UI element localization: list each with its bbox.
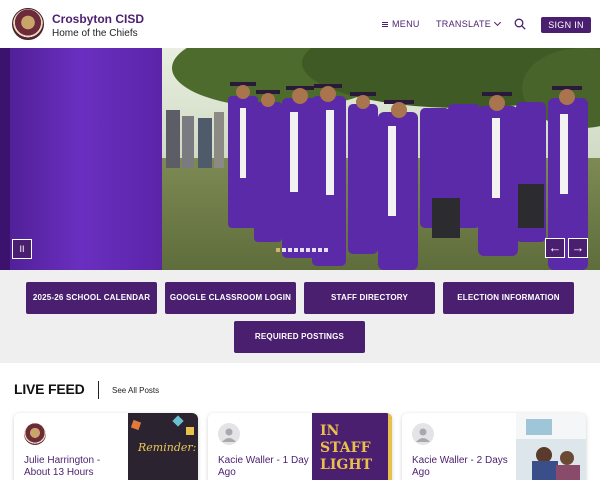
slide-dot[interactable] xyxy=(306,248,310,252)
school-calendar-button[interactable]: 2025-26 SCHOOL CALENDAR xyxy=(26,282,157,314)
decoration xyxy=(172,415,184,427)
avatar xyxy=(218,423,240,445)
quick-links-section: 2025-26 SCHOOL CALENDAR GOOGLE CLASSROOM… xyxy=(0,270,600,363)
site-subtitle: Home of the Chiefs xyxy=(52,28,138,39)
slide-dot[interactable] xyxy=(294,248,298,252)
slide-dot[interactable] xyxy=(312,248,316,252)
avatar xyxy=(24,423,46,445)
previous-slide-button[interactable]: ← xyxy=(545,238,565,258)
slide-dot[interactable] xyxy=(324,248,328,252)
slide-dot[interactable] xyxy=(300,248,304,252)
card-author: Kacie Waller - 2 Days Ago xyxy=(412,455,508,478)
feed-card[interactable]: Kacie Waller - 2 Days Ago xyxy=(402,413,586,480)
hero-slideshow xyxy=(0,48,600,270)
hero-panel-stripe xyxy=(0,48,10,270)
sign-in-button[interactable]: SIGN IN xyxy=(541,17,591,33)
feed-divider xyxy=(98,381,99,399)
card-image-text: Reminder: xyxy=(138,441,197,454)
menu-button[interactable]: MENU xyxy=(382,19,420,29)
slide-dot[interactable] xyxy=(282,248,286,252)
search-icon[interactable] xyxy=(514,18,526,30)
avatar xyxy=(412,423,434,445)
graduation-photo xyxy=(162,48,600,270)
card-image xyxy=(516,413,586,480)
see-all-posts-link[interactable]: See All Posts xyxy=(112,386,159,395)
translate-label: TRANSLATE xyxy=(436,19,492,29)
live-feed-title: LIVE FEED xyxy=(14,381,85,397)
translate-button[interactable]: TRANSLATE xyxy=(436,18,502,29)
google-classroom-button[interactable]: GOOGLE CLASSROOM LOGIN xyxy=(165,282,296,314)
pause-button[interactable]: II xyxy=(12,239,32,259)
decoration xyxy=(526,419,552,435)
card-image: IN STAFF LIGHT xyxy=(312,413,392,480)
decoration xyxy=(560,451,574,465)
card-author: Kacie Waller - 1 Day Ago xyxy=(218,455,309,478)
slide-dot[interactable] xyxy=(318,248,322,252)
required-postings-button[interactable]: REQUIRED POSTINGS xyxy=(234,321,365,353)
user-icon xyxy=(222,428,236,442)
user-icon xyxy=(416,428,430,442)
card-author: Julie Harrington - About 13 Hours xyxy=(24,455,101,478)
hamburger-icon xyxy=(382,21,388,27)
decoration xyxy=(186,427,194,435)
chevron-down-icon xyxy=(494,18,502,27)
site-title[interactable]: Crosbyton CISD xyxy=(52,12,144,26)
card-image-text: IN STAFF LIGHT xyxy=(320,423,372,473)
feed-card[interactable]: Julie Harrington - About 13 Hours Remind… xyxy=(14,413,198,480)
feed-card[interactable]: Kacie Waller - 1 Day Ago IN STAFF LIGHT xyxy=(208,413,392,480)
live-feed-section: LIVE FEED See All Posts Julie Harrington… xyxy=(0,363,600,480)
slide-indicators xyxy=(276,248,328,252)
site-header: Crosbyton CISD Home of the Chiefs MENU T… xyxy=(0,0,600,48)
next-slide-button[interactable]: → xyxy=(568,238,588,258)
card-image: Reminder: xyxy=(128,413,198,480)
decoration xyxy=(556,465,580,480)
menu-label: MENU xyxy=(392,19,420,29)
election-information-button[interactable]: ELECTION INFORMATION xyxy=(443,282,574,314)
decoration xyxy=(130,419,142,431)
slide-dot[interactable] xyxy=(276,248,280,252)
slide-dot[interactable] xyxy=(288,248,292,252)
school-logo[interactable] xyxy=(12,8,44,40)
decoration xyxy=(532,461,558,480)
staff-directory-button[interactable]: STAFF DIRECTORY xyxy=(304,282,435,314)
hero-purple-panel xyxy=(0,48,162,270)
